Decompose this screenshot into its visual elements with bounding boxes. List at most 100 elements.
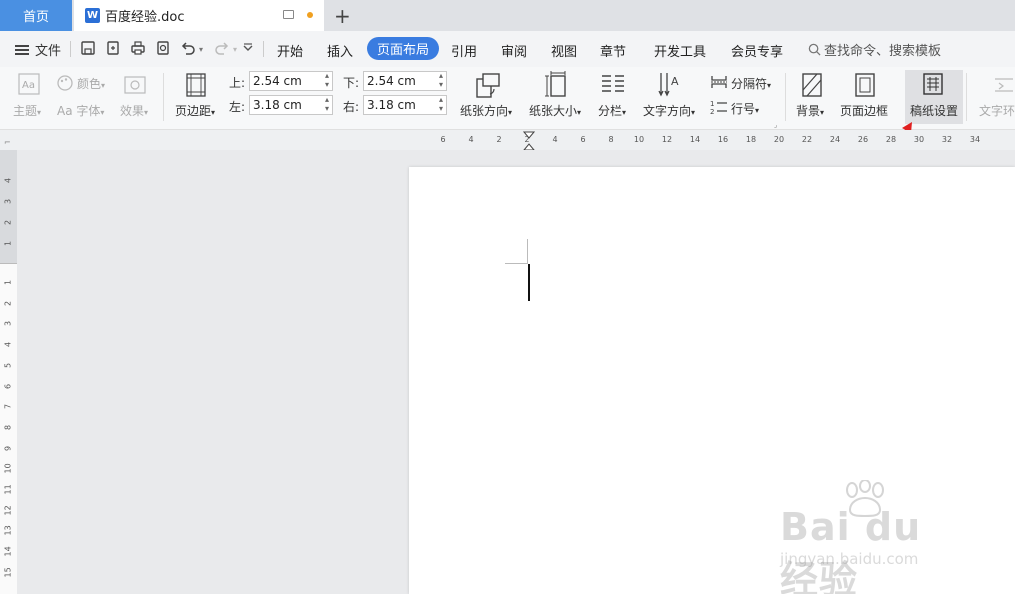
ruler-tick-label: 10 (3, 463, 13, 474)
monitor-icon[interactable] (283, 10, 294, 19)
horizontal-ruler[interactable]: ⌐ 6 4 2 2 4 6 8 10 12 14 16 18 20 22 24 26 28 30 32 34 (0, 130, 1015, 151)
effect-button[interactable]: 效果▾ (120, 102, 148, 119)
ribbon-page-layout: Aa 主题▾ 颜色▾ Aa 字体▾ 效果▾ 页边距▾ 上: 2.54 cm 左:… (0, 67, 1015, 130)
search-placeholder: 查找命令、搜索模板 (824, 44, 942, 59)
tab-insert[interactable]: 插入 (327, 41, 353, 60)
indent-marker-icon[interactable] (523, 131, 535, 151)
right-margin-label: 右: (343, 100, 360, 114)
ruler-tick-label: 14 (689, 135, 701, 144)
columns-icon[interactable] (600, 73, 626, 97)
color-button[interactable]: 颜色▾ (77, 75, 105, 92)
text-direction-button[interactable]: 文字方向▾ (643, 102, 695, 119)
save-icon[interactable] (79, 39, 97, 57)
page-break-icon (710, 74, 728, 90)
command-search[interactable]: 查找命令、搜索模板 (808, 40, 941, 59)
ruler-tick-label: 4 (468, 135, 474, 144)
left-margin-input[interactable]: 3.18 cm (249, 95, 333, 115)
orientation-icon[interactable] (474, 71, 502, 99)
tab-bar: 首页 W 百度经验.doc + (0, 0, 1015, 31)
tab-developer[interactable]: 开发工具 (654, 41, 706, 60)
text-wrap-icon[interactable] (993, 75, 1015, 95)
columns-button[interactable]: 分栏▾ (598, 102, 626, 119)
background-button[interactable]: 背景▾ (796, 102, 824, 119)
ruler-tick-label: 2 (496, 135, 502, 144)
tab-review[interactable]: 审阅 (501, 41, 527, 60)
manuscript-settings-button[interactable]: 稿纸设置 (910, 102, 958, 119)
ruler-tick-label: 6 (440, 135, 446, 144)
page-border-icon[interactable] (854, 72, 876, 98)
print-icon[interactable] (129, 39, 147, 57)
print-preview-icon[interactable] (154, 39, 172, 57)
ruler-tick-label: 8 (3, 424, 13, 430)
ruler-tick-label: 6 (3, 383, 13, 389)
paper-size-icon[interactable] (544, 71, 570, 99)
ruler-tick-label: 22 (801, 135, 813, 144)
tab-page-layout[interactable]: 页面布局 (367, 37, 440, 60)
right-margin-input[interactable]: 3.18 cm (363, 95, 447, 115)
unsaved-dot-icon (307, 12, 313, 18)
ruler-tick-label: 28 (885, 135, 897, 144)
text-wrap-button[interactable]: 文字环 (979, 102, 1015, 119)
ruler-tick-label: 15 (3, 567, 13, 578)
wps-writer-icon: W (85, 8, 100, 23)
ruler-tick-label: 16 (717, 135, 729, 144)
ruler-tick-label: 13 (3, 525, 13, 536)
svg-text:A: A (671, 75, 679, 88)
ruler-tick-label: 26 (857, 135, 869, 144)
bottom-margin-input[interactable]: 2.54 cm (363, 71, 447, 91)
ruler-tick-label: 20 (773, 135, 785, 144)
tab-home[interactable]: 首页 (0, 0, 72, 31)
line-numbers-button[interactable]: 行号▾ (731, 100, 759, 117)
page-border-button[interactable]: 页面边框 (840, 102, 888, 119)
margin-corner-marker (505, 263, 528, 264)
ruler-tick-label: 34 (969, 135, 981, 144)
dialog-launcher-icon[interactable]: ⌟ (774, 121, 777, 129)
margin-corner-marker (527, 239, 528, 264)
ruler-tick-label: 6 (580, 135, 586, 144)
effect-icon[interactable] (124, 76, 146, 94)
manuscript-grid-icon[interactable] (921, 72, 945, 96)
breaks-button[interactable]: 分隔符▾ (731, 75, 771, 92)
export-pdf-icon[interactable] (104, 39, 122, 57)
search-icon (808, 43, 821, 56)
divider (263, 41, 264, 57)
customize-toolbar-icon[interactable] (239, 39, 257, 57)
orientation-button[interactable]: 纸张方向▾ (460, 102, 512, 119)
new-tab-button[interactable]: + (334, 4, 351, 28)
undo-dropdown-icon[interactable]: ▾ (199, 45, 203, 54)
undo-icon[interactable] (179, 39, 197, 57)
ruler-tick-label: 1 (3, 279, 13, 286)
divider (785, 73, 786, 121)
tab-references[interactable]: 引用 (451, 41, 477, 60)
baidu-watermark: Bai du 经验 jingyan.baidu.com (780, 480, 970, 594)
tab-start[interactable]: 开始 (277, 41, 303, 60)
tab-document[interactable]: W 百度经验.doc (74, 0, 324, 31)
redo-dropdown-icon[interactable]: ▾ (233, 45, 237, 54)
ruler-tick-label: 4 (552, 135, 558, 144)
font-button[interactable]: Aa 字体▾ (57, 102, 104, 119)
vertical-ruler[interactable]: 4 3 2 1 1 2 3 4 5 6 7 8 9 10 11 12 13 14 15 (0, 150, 17, 594)
ruler-tick-label: 4 (3, 177, 13, 184)
svg-text:Aa: Aa (22, 80, 35, 91)
tab-stop-selector-icon[interactable]: ⌐ (4, 138, 11, 147)
ruler-tick-label: 30 (913, 135, 925, 144)
background-icon[interactable] (801, 72, 823, 98)
margins-icon[interactable] (186, 73, 206, 97)
redo-icon[interactable] (213, 39, 231, 57)
theme-button[interactable]: 主题▾ (13, 102, 41, 119)
tab-view[interactable]: 视图 (551, 41, 577, 60)
bottom-margin-label: 下: (343, 76, 360, 90)
ruler-tick-label: 18 (745, 135, 757, 144)
paper-size-button[interactable]: 纸张大小▾ (529, 102, 581, 119)
tab-section[interactable]: 章节 (600, 41, 626, 60)
text-direction-icon[interactable]: A (658, 71, 684, 99)
top-margin-input[interactable]: 2.54 cm (249, 71, 333, 91)
theme-icon[interactable]: Aa (18, 73, 40, 95)
margins-button[interactable]: 页边距▾ (175, 102, 215, 119)
menu-bar: 文件 ▾ ▾ 开始 插入 页面布局 引用 审阅 视图 章节 开发工具 会员专享 … (0, 31, 1015, 67)
ruler-tick-label: 1 (3, 240, 13, 247)
file-menu[interactable]: 文件 (15, 40, 61, 59)
divider (966, 73, 967, 121)
tab-member[interactable]: 会员专享 (731, 41, 783, 60)
ruler-scale: 6 4 2 2 4 6 8 10 12 14 16 18 20 22 24 26 28 30 32 34 (410, 130, 1015, 150)
